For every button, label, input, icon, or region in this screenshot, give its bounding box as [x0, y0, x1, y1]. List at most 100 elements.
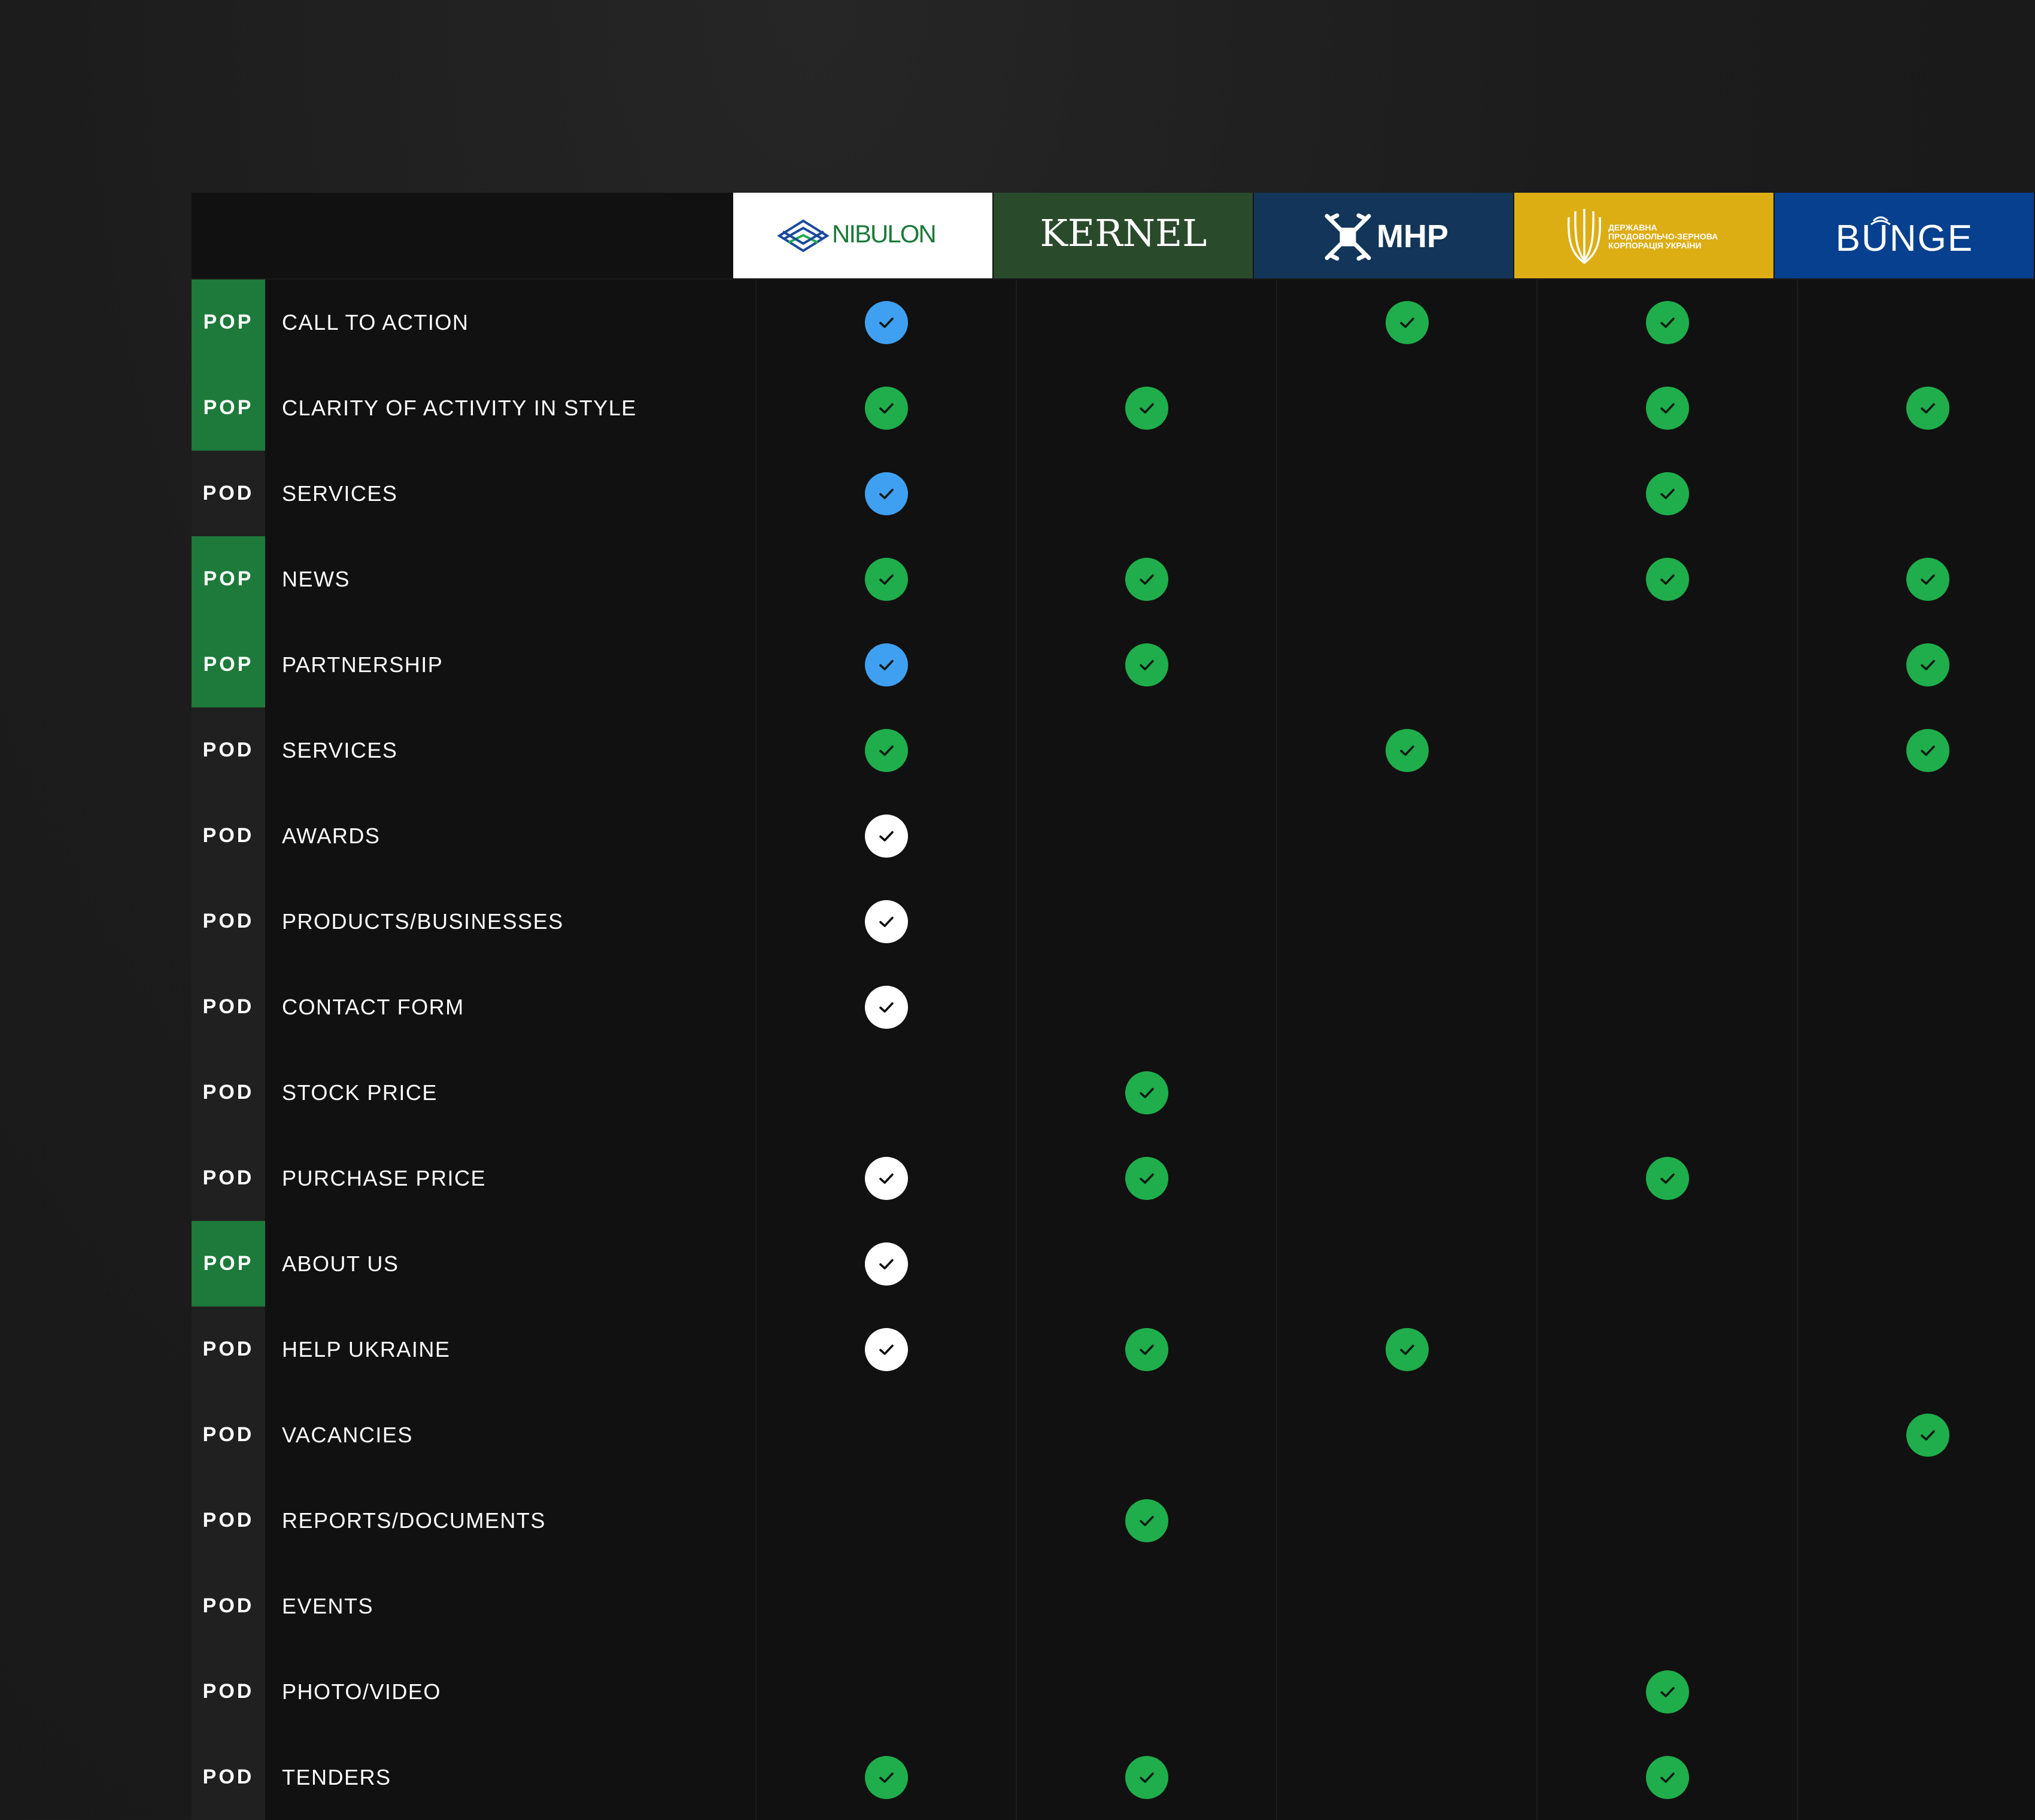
feature-label: PHOTO/VIDEO	[265, 1649, 757, 1734]
cell-2	[1277, 707, 1538, 793]
cell-1	[1017, 707, 1277, 793]
feature-label: SERVICES	[265, 451, 757, 536]
cell-2	[1277, 536, 1538, 622]
cell-1	[1017, 793, 1277, 879]
check-icon-green	[1645, 1156, 1689, 1200]
type-tag: POD	[192, 1135, 265, 1221]
type-tag: POD	[192, 1734, 265, 1820]
cell-0	[757, 279, 1017, 365]
check-icon-green	[1125, 386, 1168, 430]
windmill-logo-icon: MHP	[1325, 213, 1448, 260]
cell-3	[1538, 707, 1798, 793]
cell-3	[1538, 1306, 1798, 1392]
cell-0	[757, 1221, 1017, 1306]
brand-header-1: KERNEL	[994, 193, 1254, 278]
brand-header-0: NIBULON	[733, 193, 994, 278]
kernel-logo: KERNEL	[1040, 211, 1207, 255]
cell-3	[1538, 879, 1798, 964]
type-tag: POP	[192, 622, 265, 707]
comparison-table: NIBULON KERNEL MHP ДЕРЖАВНА ПРОДОВОЛЬЧО-ЗЕРН…	[192, 193, 2035, 1820]
cell-1	[1017, 1306, 1277, 1392]
feature-label: AWARDS	[265, 793, 757, 879]
feature-row: POD TENDERS	[192, 1734, 2035, 1820]
check-icon-blue	[864, 300, 908, 344]
cell-1	[1017, 1392, 1277, 1478]
cell-2	[1277, 964, 1538, 1050]
check-icon-green	[1906, 643, 1949, 686]
check-icon-green	[1125, 1327, 1168, 1371]
brand-name: KERNEL	[1040, 211, 1207, 255]
type-tag: POD	[192, 451, 265, 536]
cell-4	[1798, 1478, 2035, 1563]
feature-row: POP PARTNERSHIP	[192, 622, 2035, 707]
brand-name: NIBULON	[832, 220, 936, 248]
feature-row: POD AWARDS	[192, 793, 2035, 879]
check-icon-green	[1125, 1755, 1168, 1799]
cell-0	[757, 1135, 1017, 1221]
feature-row: POD HELP UKRAINE	[192, 1306, 2035, 1392]
brand-header-2: MHP	[1254, 193, 1514, 278]
type-tag: POP	[192, 1221, 265, 1306]
cell-2	[1277, 1135, 1538, 1221]
feature-row: POD SERVICES	[192, 707, 2035, 793]
feature-label: PURCHASE PRICE	[265, 1135, 757, 1221]
feature-label: VACANCIES	[265, 1392, 757, 1478]
brand-name: ДЕРЖАВНА ПРОДОВОЛЬЧО-ЗЕРНОВА КОРПОРАЦІЯ УК…	[1608, 223, 1718, 250]
check-icon-green	[1385, 300, 1429, 344]
type-tag: POD	[192, 1050, 265, 1135]
feature-label: REPORTS/DOCUMENTS	[265, 1478, 757, 1563]
cell-3	[1538, 1392, 1798, 1478]
cell-1	[1017, 1478, 1277, 1563]
check-icon-green	[1645, 1670, 1689, 1713]
check-icon-green	[1906, 386, 1949, 430]
check-icon-green	[864, 1755, 908, 1799]
feature-row: POD REPORTS/DOCUMENTS	[192, 1478, 2035, 1563]
cell-1	[1017, 365, 1277, 451]
cell-1	[1017, 964, 1277, 1050]
cell-4	[1798, 622, 2035, 707]
type-tag: POP	[192, 365, 265, 451]
cell-2	[1277, 279, 1538, 365]
check-icon-green	[864, 557, 908, 601]
feature-label: NEWS	[265, 536, 757, 622]
feature-label: STOCK PRICE	[265, 1050, 757, 1135]
type-tag: POD	[192, 707, 265, 793]
feature-row: POD VACANCIES	[192, 1392, 2035, 1478]
cell-0	[757, 622, 1017, 707]
cell-3	[1538, 964, 1798, 1050]
check-icon-white	[864, 985, 908, 1029]
cell-0	[757, 1734, 1017, 1820]
feature-row: POD SERVICES	[192, 451, 2035, 536]
check-icon-green	[1906, 1413, 1949, 1457]
cell-2	[1277, 365, 1538, 451]
feature-label: TENDERS	[265, 1734, 757, 1820]
cell-2	[1277, 879, 1538, 964]
cell-0	[757, 793, 1017, 879]
cell-4	[1798, 1221, 2035, 1306]
cell-0	[757, 451, 1017, 536]
check-icon-green	[864, 386, 908, 430]
brand-name: MHP	[1377, 218, 1448, 254]
feature-label: CALL TO ACTION	[265, 279, 757, 365]
cell-1	[1017, 451, 1277, 536]
cell-0	[757, 1649, 1017, 1734]
check-icon-green	[1645, 300, 1689, 344]
cell-4	[1798, 1649, 2035, 1734]
feature-row: POP CALL TO ACTION	[192, 279, 2035, 365]
cell-0	[757, 1392, 1017, 1478]
feature-rows: POP CALL TO ACTION POP CLARITY OF ACTIVITY …	[192, 279, 2035, 1820]
check-icon-green	[1645, 386, 1689, 430]
check-icon-blue	[864, 643, 908, 686]
check-icon-green	[864, 728, 908, 772]
cell-4	[1798, 1135, 2035, 1221]
cell-4	[1798, 536, 2035, 622]
check-icon-green	[1906, 728, 1949, 772]
feature-label: ABOUT US	[265, 1221, 757, 1306]
check-icon-green	[1125, 1156, 1168, 1200]
cell-1	[1017, 1734, 1277, 1820]
type-tag: POD	[192, 1478, 265, 1563]
feature-label: HELP UKRAINE	[265, 1306, 757, 1392]
type-tag: POP	[192, 279, 265, 365]
check-icon-green	[1125, 557, 1168, 601]
cell-2	[1277, 1392, 1538, 1478]
